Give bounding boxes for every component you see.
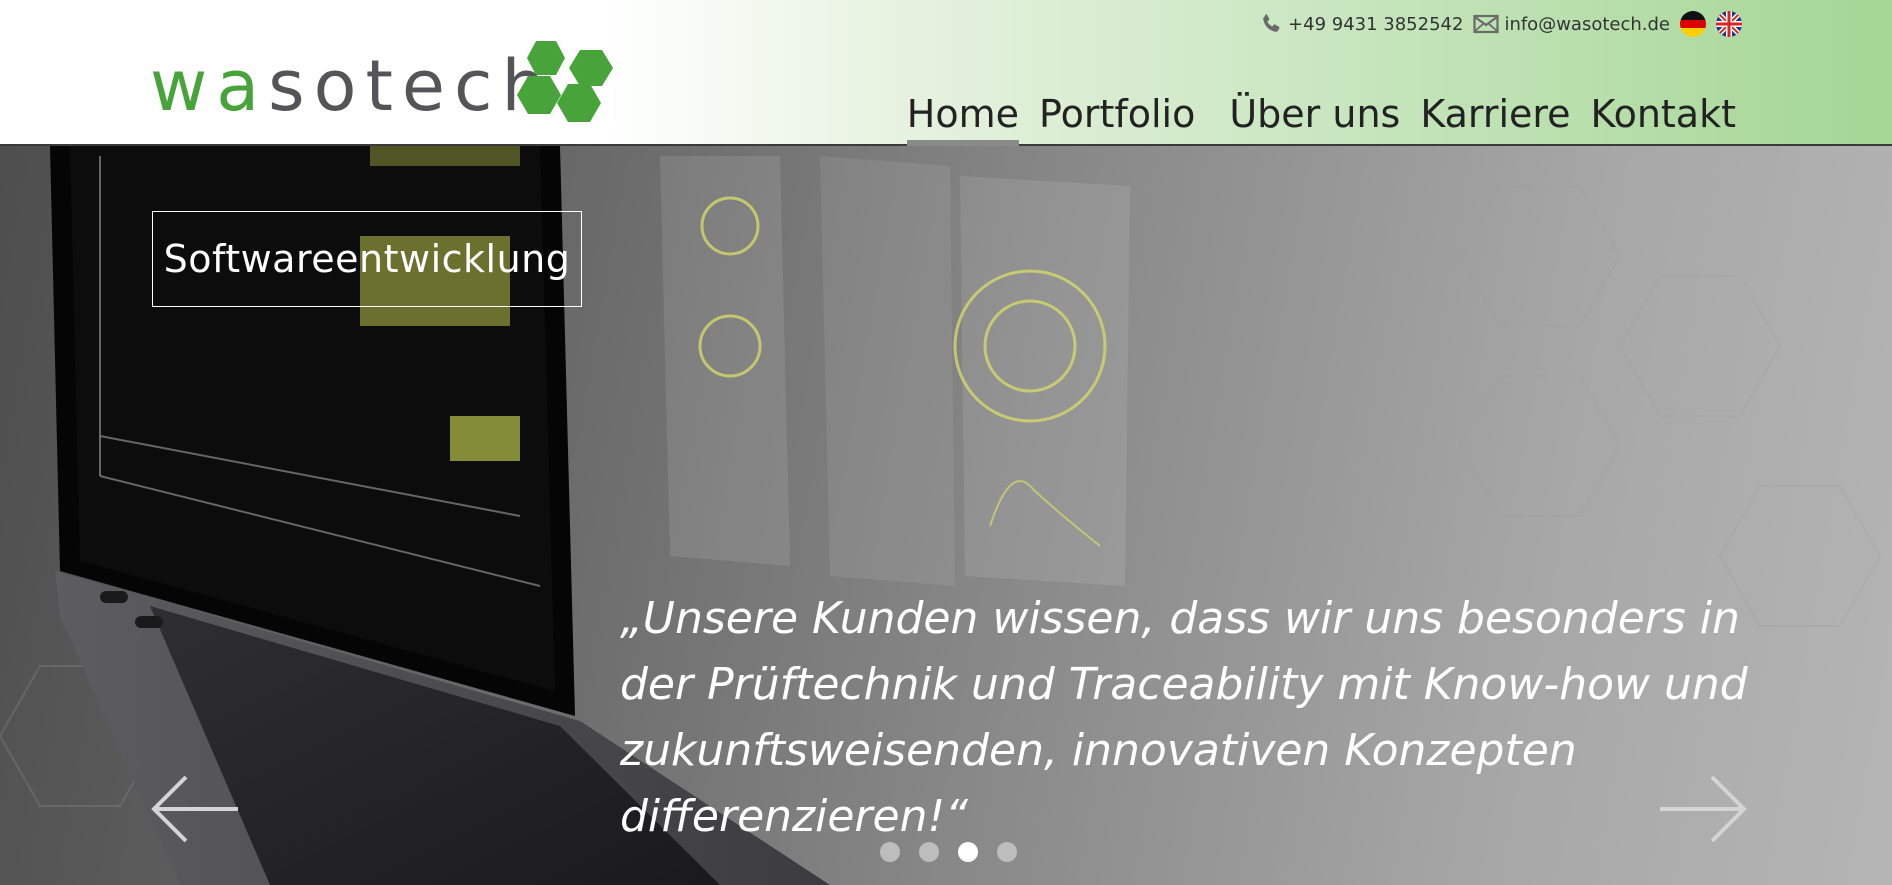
slider-pagination	[880, 842, 1017, 862]
hero-quote: „Unsere Kunden wissen, dass wir uns beso…	[620, 593, 1748, 842]
contact-bar: +49 9431 3852542 info@wasotech.de	[1259, 10, 1742, 38]
slider-dot-2[interactable]	[919, 842, 939, 862]
logo-wordmark: wasotech	[150, 45, 555, 127]
main-navigation: Home Portfolio Über uns Karriere Kontakt	[897, 88, 1746, 146]
flag-germany-icon[interactable]	[1680, 11, 1706, 37]
wasotech-logo[interactable]: wasotech	[150, 38, 620, 128]
nav-item-ueber-uns[interactable]: Über uns	[1219, 88, 1410, 144]
nav-item-karriere[interactable]: Karriere	[1410, 88, 1580, 144]
nav-item-home[interactable]: Home	[897, 88, 1029, 146]
nav-item-kontakt[interactable]: Kontakt	[1581, 88, 1746, 144]
hexagon-logo-icon	[517, 41, 613, 122]
category-label: Softwareentwicklung	[163, 237, 571, 281]
arrow-left-icon[interactable]	[150, 774, 240, 844]
email-address: info@wasotech.de	[1504, 13, 1670, 35]
phone-icon	[1263, 14, 1280, 32]
arrow-right-icon[interactable]	[1658, 774, 1748, 844]
phone-contact[interactable]: +49 9431 3852542	[1259, 12, 1463, 36]
hero-slider: Softwareentwicklung „Unsere Kunden wisse…	[0, 146, 1892, 885]
category-label-box: Softwareentwicklung	[152, 211, 582, 307]
slider-dot-3[interactable]	[958, 842, 978, 862]
flag-uk-icon[interactable]	[1716, 11, 1742, 37]
slider-dot-1[interactable]	[880, 842, 900, 862]
phone-number: +49 9431 3852542	[1288, 13, 1464, 35]
site-header: wasotech +49 9431 3852542 info@wasotech.…	[0, 0, 1892, 146]
nav-item-portfolio[interactable]: Portfolio	[1029, 88, 1205, 144]
envelope-icon	[1473, 14, 1500, 34]
email-contact[interactable]: info@wasotech.de	[1473, 14, 1670, 35]
slider-dot-4[interactable]	[997, 842, 1017, 862]
